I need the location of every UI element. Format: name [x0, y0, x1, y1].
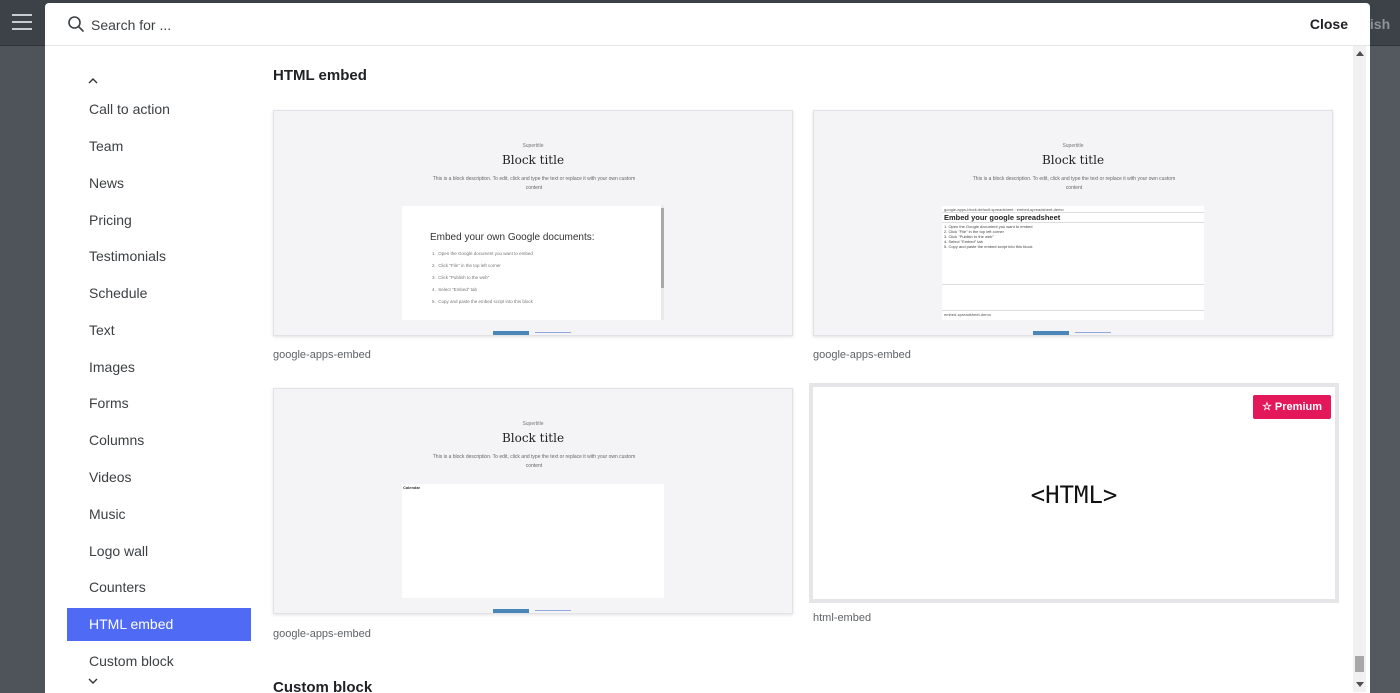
sidebar-item-team[interactable]: Team [67, 130, 251, 163]
card-caption: html-embed [813, 612, 872, 624]
sheet-step: 5. Copy and paste the embed script into … [944, 244, 1033, 249]
sidebar-item-music[interactable]: Music [67, 498, 251, 531]
search-input[interactable] [91, 14, 491, 36]
chevron-up-icon[interactable] [87, 75, 99, 87]
doc-step: 1. Open the Google document you want to … [432, 251, 533, 256]
preview-block-description: This is a block description. To edit, cl… [432, 176, 636, 191]
scrollbar-thumb[interactable] [1355, 656, 1364, 672]
sidebar-item-text[interactable]: Text [67, 314, 251, 347]
preview-block-description: This is a block description. To edit, cl… [432, 454, 636, 469]
chevron-down-icon[interactable] [87, 675, 99, 687]
doc-step: 2. Click "File" in the top left corner [432, 263, 501, 268]
sidebar-item-columns[interactable]: Columns [67, 424, 251, 457]
hamburger-menu-icon[interactable] [12, 14, 32, 30]
preview-supertitle: Supertitle [522, 143, 544, 149]
block-gallery: HTML embed Supertitle Block title This i… [273, 47, 1355, 693]
google-doc-preview-frame: Embed your own Google documents: 1. Open… [402, 206, 664, 320]
google-calendar-preview-frame: Calendar [402, 484, 664, 598]
category-sidebar: Call to action Team News Pricing Testimo… [45, 47, 260, 693]
html-code-label: <HTML> [1030, 481, 1118, 509]
search-icon [68, 16, 84, 32]
section-title: HTML embed [273, 67, 367, 84]
sidebar-item-images[interactable]: Images [67, 351, 251, 384]
card-caption: google-apps-embed [273, 349, 371, 361]
section-title-custom-block: Custom block [273, 679, 373, 693]
block-card-google-calendar[interactable]: Supertitle Block title This is a block d… [273, 388, 793, 614]
doc-heading: Embed your own Google documents: [430, 232, 595, 243]
sidebar-item-schedule[interactable]: Schedule [67, 277, 251, 310]
premium-badge: ☆ Premium [1253, 395, 1331, 419]
preview-block-title: Block title [1041, 153, 1105, 167]
scroll-down-arrow-icon[interactable] [1356, 682, 1364, 687]
calendar-label: Calendar [403, 485, 421, 490]
app-background-right [1370, 46, 1400, 693]
sheet-footer-text: embed-spreadsheet-demo [944, 312, 991, 317]
sidebar-item-forms[interactable]: Forms [67, 387, 251, 420]
sheet-steps-list: 1. Open the Google document you want to … [944, 224, 1033, 249]
close-button[interactable]: Close [1310, 16, 1348, 32]
doc-steps-list: 1. Open the Google document you want to … [432, 251, 533, 311]
sidebar-item-news[interactable]: News [67, 167, 251, 200]
sidebar-item-videos[interactable]: Videos [67, 461, 251, 494]
app-background-left [0, 46, 45, 693]
sidebar-item-pricing[interactable]: Pricing [67, 204, 251, 237]
preview-block-title: Block title [501, 431, 565, 445]
doc-step: 3. Click "Publish to the web" [432, 275, 490, 280]
sheet-heading: Embed your google spreadsheet [944, 213, 1061, 222]
card-caption: google-apps-embed [813, 349, 911, 361]
preview-block-title: Block title [501, 153, 565, 167]
preview-block-description: This is a block description. To edit, cl… [972, 176, 1176, 191]
doc-step: 4. Select "Embed" tab [432, 287, 477, 292]
modal-scrollbar[interactable] [1353, 46, 1366, 692]
block-picker-modal: Close Call to action Team News Pricing T… [45, 3, 1370, 693]
sidebar-item-custom-block[interactable]: Custom block [67, 645, 251, 678]
sidebar-item-logo-wall[interactable]: Logo wall [67, 535, 251, 568]
sidebar-item-html-embed[interactable]: HTML embed [67, 608, 251, 641]
sidebar-item-testimonials[interactable]: Testimonials [67, 240, 251, 273]
card-caption: google-apps-embed [273, 628, 371, 640]
block-card-google-docs[interactable]: Supertitle Block title This is a block d… [273, 110, 793, 336]
scroll-up-arrow-icon[interactable] [1356, 51, 1364, 56]
preview-scrollbar [661, 206, 664, 320]
preview-supertitle: Supertitle [1062, 143, 1084, 149]
google-sheet-preview-frame: google-apps-block-default-spreadsheet : … [942, 206, 1204, 320]
preview-supertitle: Supertitle [522, 421, 544, 427]
doc-step: 5. Copy and paste the embed script into … [432, 299, 533, 304]
block-card-html-embed[interactable]: ☆ Premium <HTML> [809, 383, 1339, 603]
sidebar-item-counters[interactable]: Counters [67, 571, 251, 604]
block-card-google-sheets[interactable]: Supertitle Block title This is a block d… [813, 110, 1333, 336]
modal-header: Close [45, 3, 1370, 46]
sidebar-item-call-to-action[interactable]: Call to action [67, 93, 251, 126]
